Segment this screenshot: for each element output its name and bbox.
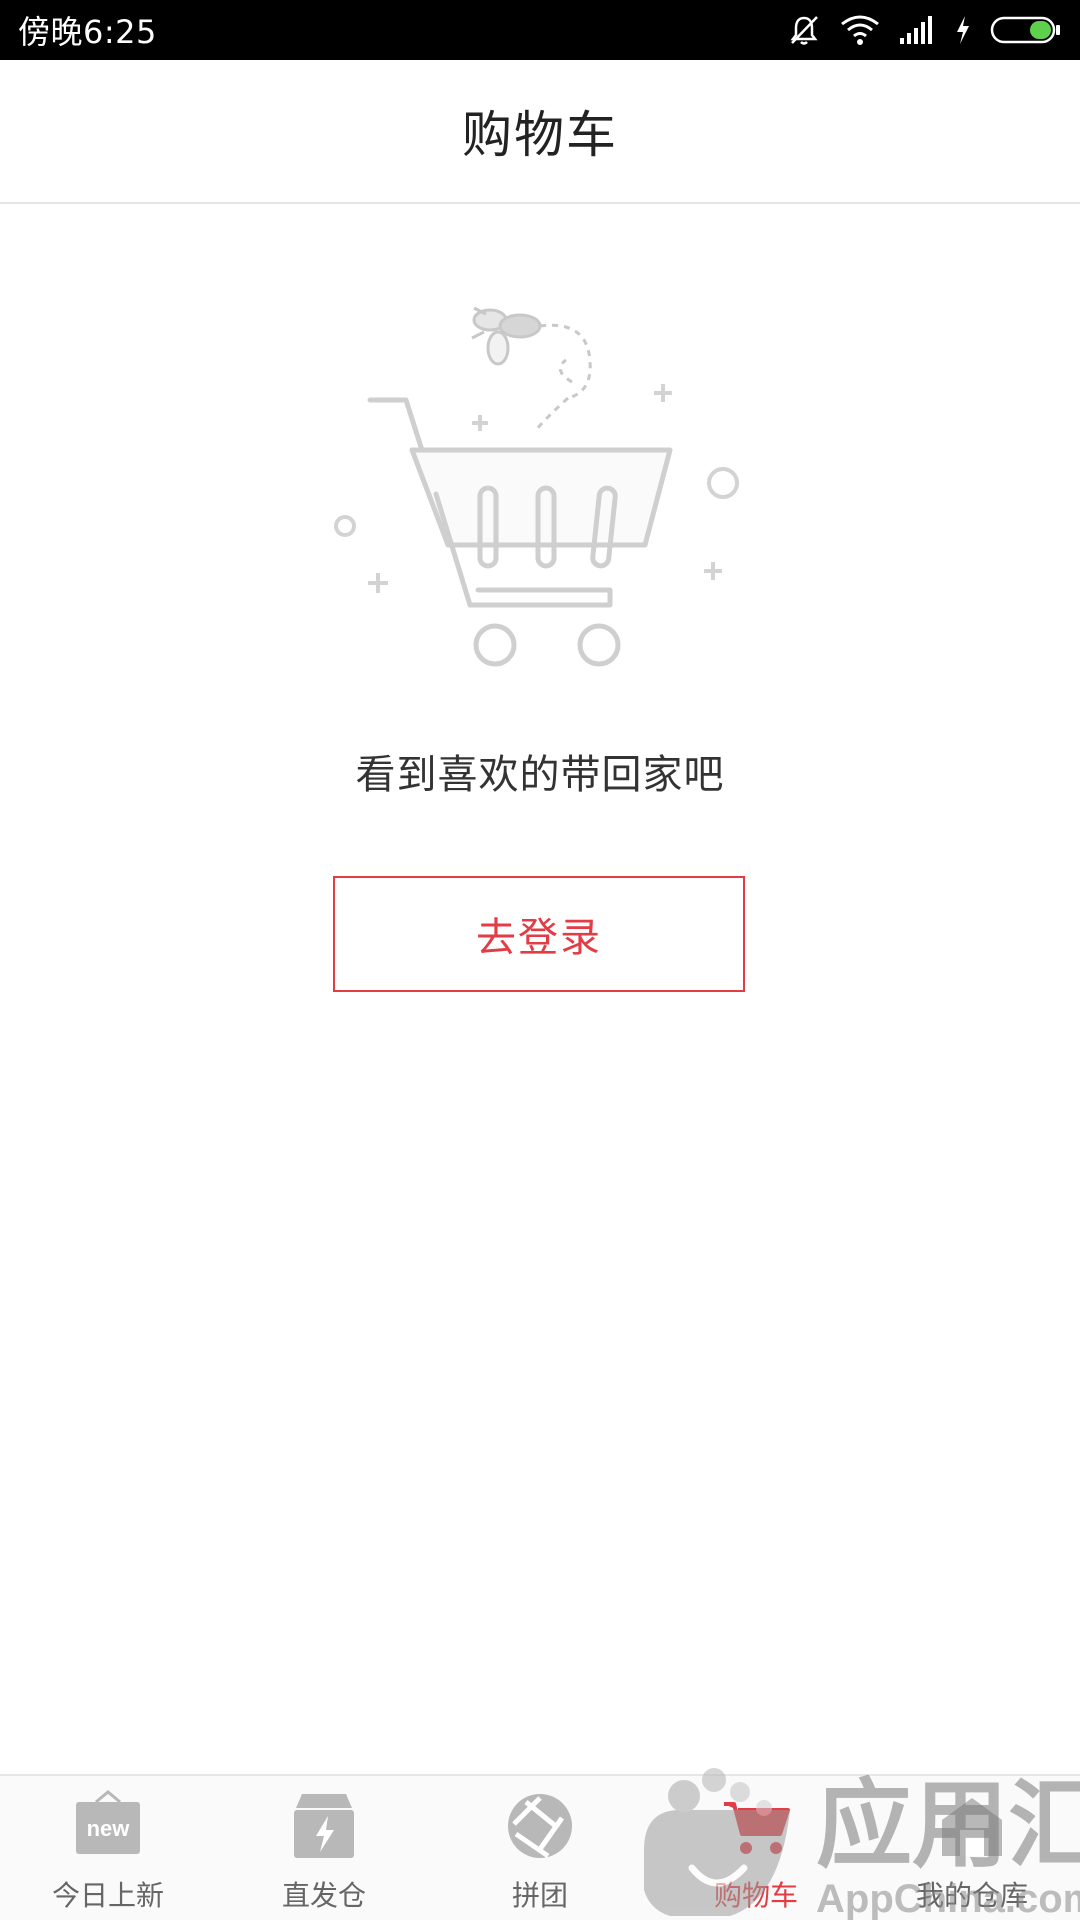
lightning-box-icon xyxy=(288,1790,360,1862)
warehouse-icon xyxy=(936,1790,1008,1862)
nav-item-direct-warehouse[interactable]: 直发仓 xyxy=(216,1776,432,1920)
bottom-nav: new 今日上新 直发仓 拼团 购物车 我的仓库 xyxy=(0,1774,1080,1920)
nav-label: 拼团 xyxy=(511,1879,568,1912)
screen: 傍晚6:25 购物车 看到喜欢的带回家吧 去登录 new 今日上新 直发仓 拼团… xyxy=(0,0,1080,1920)
new-bag-icon: new xyxy=(72,1790,144,1862)
nav-item-group-buy[interactable]: 拼团 xyxy=(432,1776,648,1920)
status-bar: 傍晚6:25 xyxy=(0,0,1080,60)
mute-bell-icon xyxy=(790,16,818,45)
nav-label: 今日上新 xyxy=(51,1879,164,1912)
aperture-icon xyxy=(504,1790,576,1862)
charging-icon xyxy=(957,16,969,44)
wifi-icon xyxy=(841,15,879,45)
page-title: 购物车 xyxy=(462,106,618,164)
header: 购物车 xyxy=(0,60,1080,204)
status-icons xyxy=(786,12,1062,48)
nav-label: 我的仓库 xyxy=(915,1879,1028,1912)
cart-icon xyxy=(720,1790,792,1862)
status-time: 傍晚6:25 xyxy=(18,13,157,51)
login-button[interactable]: 去登录 xyxy=(333,876,745,992)
signal-icon xyxy=(900,16,932,44)
nav-label: 购物车 xyxy=(713,1879,798,1912)
cart-icon xyxy=(367,397,673,667)
fly-icon xyxy=(471,306,592,431)
nav-item-cart[interactable]: 购物车 xyxy=(648,1776,864,1920)
nav-item-new-today[interactable]: new 今日上新 xyxy=(0,1776,216,1920)
svg-text:new: new xyxy=(87,1816,131,1841)
empty-cart-illustration xyxy=(334,306,739,667)
empty-cart-message: 看到喜欢的带回家吧 xyxy=(355,752,725,798)
battery-icon xyxy=(990,16,1060,44)
nav-label: 直发仓 xyxy=(281,1879,366,1912)
nav-item-my-warehouse[interactable]: 我的仓库 xyxy=(864,1776,1080,1920)
